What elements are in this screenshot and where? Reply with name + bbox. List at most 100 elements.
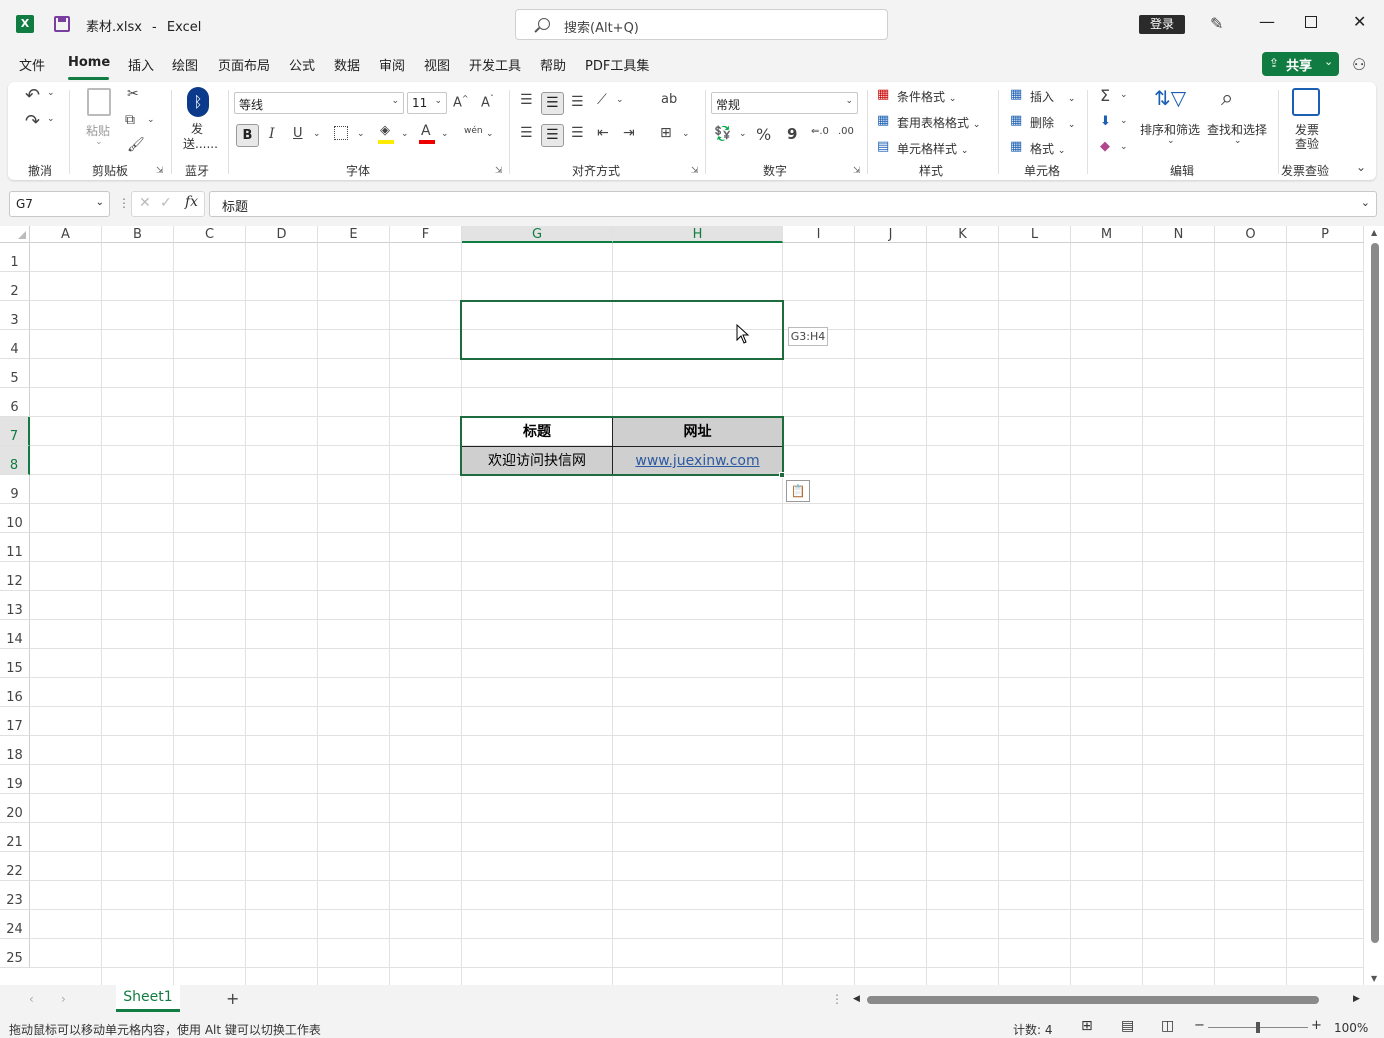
- table-format-icon[interactable]: ▦: [877, 113, 889, 128]
- chevron-down-icon[interactable]: ⌄: [682, 129, 690, 139]
- row-header-10[interactable]: 10: [0, 504, 30, 533]
- font-size-select[interactable]: 11 ⌄: [407, 92, 447, 114]
- comma-style-icon[interactable]: 9: [787, 125, 797, 143]
- column-header-J[interactable]: J: [855, 226, 927, 243]
- select-all-corner[interactable]: [0, 226, 30, 243]
- font-name-select[interactable]: 等线 ⌄: [234, 92, 404, 114]
- bold-button[interactable]: B: [236, 124, 259, 147]
- tab-pdf-tools[interactable]: PDF工具集: [585, 55, 649, 74]
- percent-icon[interactable]: %: [756, 125, 771, 144]
- row-header-19[interactable]: 19: [0, 765, 30, 794]
- chevron-down-icon[interactable]: ⌄: [616, 95, 624, 105]
- align-bottom-icon[interactable]: ☰: [571, 94, 584, 110]
- row-header-21[interactable]: 21: [0, 823, 30, 852]
- chevron-down-icon[interactable]: ⌄: [1361, 196, 1370, 209]
- column-header-P[interactable]: P: [1287, 226, 1364, 243]
- paste-icon[interactable]: [87, 88, 111, 116]
- chevron-down-icon[interactable]: ⌄: [1120, 142, 1128, 152]
- column-header-A[interactable]: A: [30, 226, 102, 243]
- redo-icon[interactable]: ↷: [25, 111, 40, 132]
- decrease-font-icon[interactable]: Aˇ: [481, 94, 494, 110]
- tab-developer[interactable]: 开发工具: [469, 55, 521, 74]
- vertical-scroll-thumb[interactable]: [1371, 243, 1379, 943]
- column-header-I[interactable]: I: [783, 226, 855, 243]
- column-header-D[interactable]: D: [246, 226, 318, 243]
- row-header-18[interactable]: 18: [0, 736, 30, 765]
- send-line2[interactable]: 送......: [183, 135, 218, 152]
- row-header-9[interactable]: 9: [0, 475, 30, 504]
- tab-insert[interactable]: 插入: [128, 55, 154, 74]
- delete-cells-button[interactable]: 删除 ⌄: [1030, 114, 1075, 131]
- phonetic-icon[interactable]: wén: [464, 126, 483, 136]
- chevron-down-icon[interactable]: ⌄: [357, 129, 365, 139]
- row-header-8[interactable]: 8: [0, 446, 30, 475]
- tab-home[interactable]: Home: [68, 55, 110, 70]
- invoice-line2[interactable]: 查验: [1295, 135, 1319, 152]
- prev-sheet-icon[interactable]: ‹: [29, 992, 34, 1006]
- more-icon[interactable]: ⋮: [831, 992, 843, 1006]
- row-header-7[interactable]: 7: [0, 417, 30, 446]
- zoom-out-icon[interactable]: −: [1194, 1018, 1205, 1033]
- chevron-down-icon[interactable]: ⌄: [486, 129, 494, 139]
- tab-file[interactable]: 文件: [19, 55, 45, 74]
- merge-center-icon[interactable]: ⊞: [660, 125, 672, 141]
- insert-cells-icon[interactable]: ▦: [1010, 87, 1022, 102]
- fill-color-icon[interactable]: ◈: [380, 123, 390, 138]
- underline-icon[interactable]: U: [293, 126, 303, 141]
- page-break-view-icon[interactable]: ◫: [1161, 1018, 1174, 1034]
- scroll-down-icon[interactable]: ▼: [1371, 974, 1377, 983]
- row-header-12[interactable]: 12: [0, 562, 30, 591]
- row-header-25[interactable]: 25: [0, 939, 30, 968]
- zoom-level[interactable]: 100%: [1334, 1021, 1368, 1035]
- chevron-down-icon[interactable]: ⌄: [147, 115, 155, 125]
- align-top-icon[interactable]: ☰: [520, 92, 533, 108]
- conditional-format-icon[interactable]: ▦: [877, 87, 889, 102]
- dialog-launcher-icon[interactable]: ⇲: [495, 166, 503, 176]
- chevron-down-icon[interactable]: ⌄: [401, 129, 409, 139]
- fill-handle[interactable]: [779, 472, 785, 478]
- chevron-down-icon[interactable]: ⌄: [1120, 116, 1128, 126]
- collapse-ribbon-icon[interactable]: ⌄: [1356, 160, 1366, 174]
- italic-icon[interactable]: I: [269, 126, 275, 142]
- row-header-5[interactable]: 5: [0, 359, 30, 388]
- search-box[interactable]: 搜索(Alt+Q): [515, 9, 888, 40]
- align-middle-button[interactable]: ☰: [541, 92, 564, 115]
- column-header-K[interactable]: K: [927, 226, 999, 243]
- column-header-N[interactable]: N: [1143, 226, 1215, 243]
- border-icon[interactable]: [334, 126, 348, 140]
- chevron-down-icon[interactable]: ⌄: [441, 129, 449, 139]
- login-button[interactable]: 登录: [1139, 15, 1185, 34]
- column-header-F[interactable]: F: [390, 226, 462, 243]
- increase-indent-icon[interactable]: ⇥: [623, 125, 635, 141]
- chevron-down-icon[interactable]: ⌄: [47, 88, 55, 98]
- row-header-22[interactable]: 22: [0, 852, 30, 881]
- normal-view-icon[interactable]: ⊞: [1081, 1018, 1093, 1034]
- tab-review[interactable]: 审阅: [379, 55, 405, 74]
- row-header-4[interactable]: 4: [0, 330, 30, 359]
- align-left-icon[interactable]: ☰: [520, 125, 533, 141]
- column-header-C[interactable]: C: [174, 226, 246, 243]
- scroll-left-icon[interactable]: ◀: [853, 994, 860, 1004]
- row-header-17[interactable]: 17: [0, 707, 30, 736]
- chevron-down-icon[interactable]: ⌄: [47, 114, 55, 124]
- horizontal-scroll-thumb[interactable]: [867, 996, 1319, 1004]
- wrap-text-icon[interactable]: ab: [661, 92, 677, 107]
- row-header-13[interactable]: 13: [0, 591, 30, 620]
- increase-font-icon[interactable]: A^: [453, 94, 469, 110]
- row-header-2[interactable]: 2: [0, 272, 30, 301]
- share-button[interactable]: ⇪ 共享 ⌄: [1262, 52, 1339, 76]
- column-header-O[interactable]: O: [1215, 226, 1287, 243]
- dialog-launcher-icon[interactable]: ⇲: [691, 166, 699, 176]
- paste-options-icon[interactable]: 📋: [786, 480, 810, 502]
- cell-styles-button[interactable]: 单元格样式 ⌄: [897, 140, 968, 157]
- autosum-icon[interactable]: Σ: [1100, 86, 1110, 105]
- dialog-launcher-icon[interactable]: ⇲: [853, 166, 861, 176]
- maximize-icon[interactable]: [1305, 16, 1317, 28]
- name-box[interactable]: G7 ⌄: [9, 191, 110, 217]
- fill-icon[interactable]: ⬇: [1100, 114, 1111, 129]
- insert-cells-button[interactable]: 插入 ⌄: [1030, 88, 1075, 105]
- row-header-6[interactable]: 6: [0, 388, 30, 417]
- column-header-G[interactable]: G: [462, 226, 613, 243]
- number-format-select[interactable]: 常规 ⌄: [711, 92, 858, 114]
- tab-help[interactable]: 帮助: [540, 55, 566, 74]
